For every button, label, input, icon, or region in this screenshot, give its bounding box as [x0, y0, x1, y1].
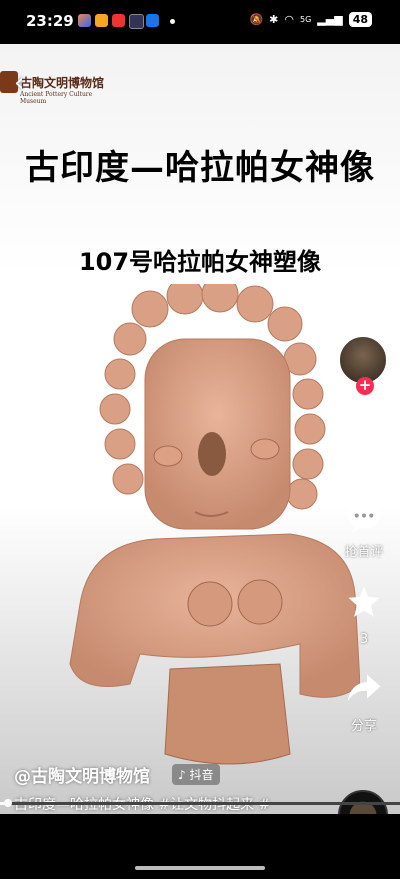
app-notification-icon	[146, 14, 159, 27]
like-heart-icon[interactable]	[346, 414, 382, 450]
favorite-star-icon[interactable]	[346, 584, 382, 620]
app-notification-icon	[112, 14, 125, 27]
signal-icon: ▂▄▆	[317, 13, 343, 26]
video-progress-bar[interactable]	[0, 799, 400, 807]
wifi-icon: ◠	[284, 13, 294, 26]
video-subtitle: 107号哈拉帕女神塑像	[78, 248, 322, 276]
platform-badge: ♪ 抖音	[172, 764, 220, 785]
app-notification-icon	[129, 14, 144, 29]
platform-badge-label: 抖音	[189, 768, 214, 782]
progress-knob[interactable]	[4, 799, 12, 807]
network-type: 5G	[300, 15, 312, 24]
status-bar: 23:29 🔕 ✱ ◠ 5G ▂▄▆ 48	[0, 0, 400, 44]
comment-icon[interactable]	[346, 499, 382, 535]
share-label: 分享	[350, 719, 377, 734]
comment-label: 抢首评	[344, 545, 384, 560]
app-notification-icon	[78, 14, 91, 27]
home-indicator[interactable]	[135, 866, 265, 870]
author-name[interactable]: @古陶文明博物馆	[14, 762, 150, 787]
back-icon[interactable]: ‹	[14, 68, 24, 98]
app-notification-icon	[95, 14, 108, 27]
follow-plus-icon[interactable]: +	[356, 377, 374, 395]
status-right: 🔕 ✱ ◠ 5G ▂▄▆ 48	[249, 12, 372, 27]
status-time: 23:29	[26, 12, 74, 30]
museum-logo: 古陶文明博物馆 Ancient Pottery Culture Museum	[20, 74, 106, 105]
museum-logo-cn: 古陶文明博物馆	[20, 76, 105, 90]
bluetooth-icon: ✱	[269, 13, 279, 26]
douyin-icon: ♪	[178, 768, 186, 782]
video-player[interactable]: 古陶文明博物馆 Ancient Pottery Culture Museum ‹…	[0, 44, 400, 814]
favorite-count: 3	[359, 632, 369, 647]
more-notifications-icon	[170, 19, 175, 24]
system-nav-bar	[0, 814, 400, 879]
museum-logo-en: Ancient Pottery Culture Museum	[20, 91, 93, 105]
battery-level: 48	[348, 12, 372, 27]
share-icon[interactable]	[346, 670, 382, 706]
goddess-statue-image	[69, 284, 360, 765]
mute-icon: 🔕	[249, 13, 264, 26]
video-title: 古印度—哈拉帕女神像	[25, 148, 375, 188]
